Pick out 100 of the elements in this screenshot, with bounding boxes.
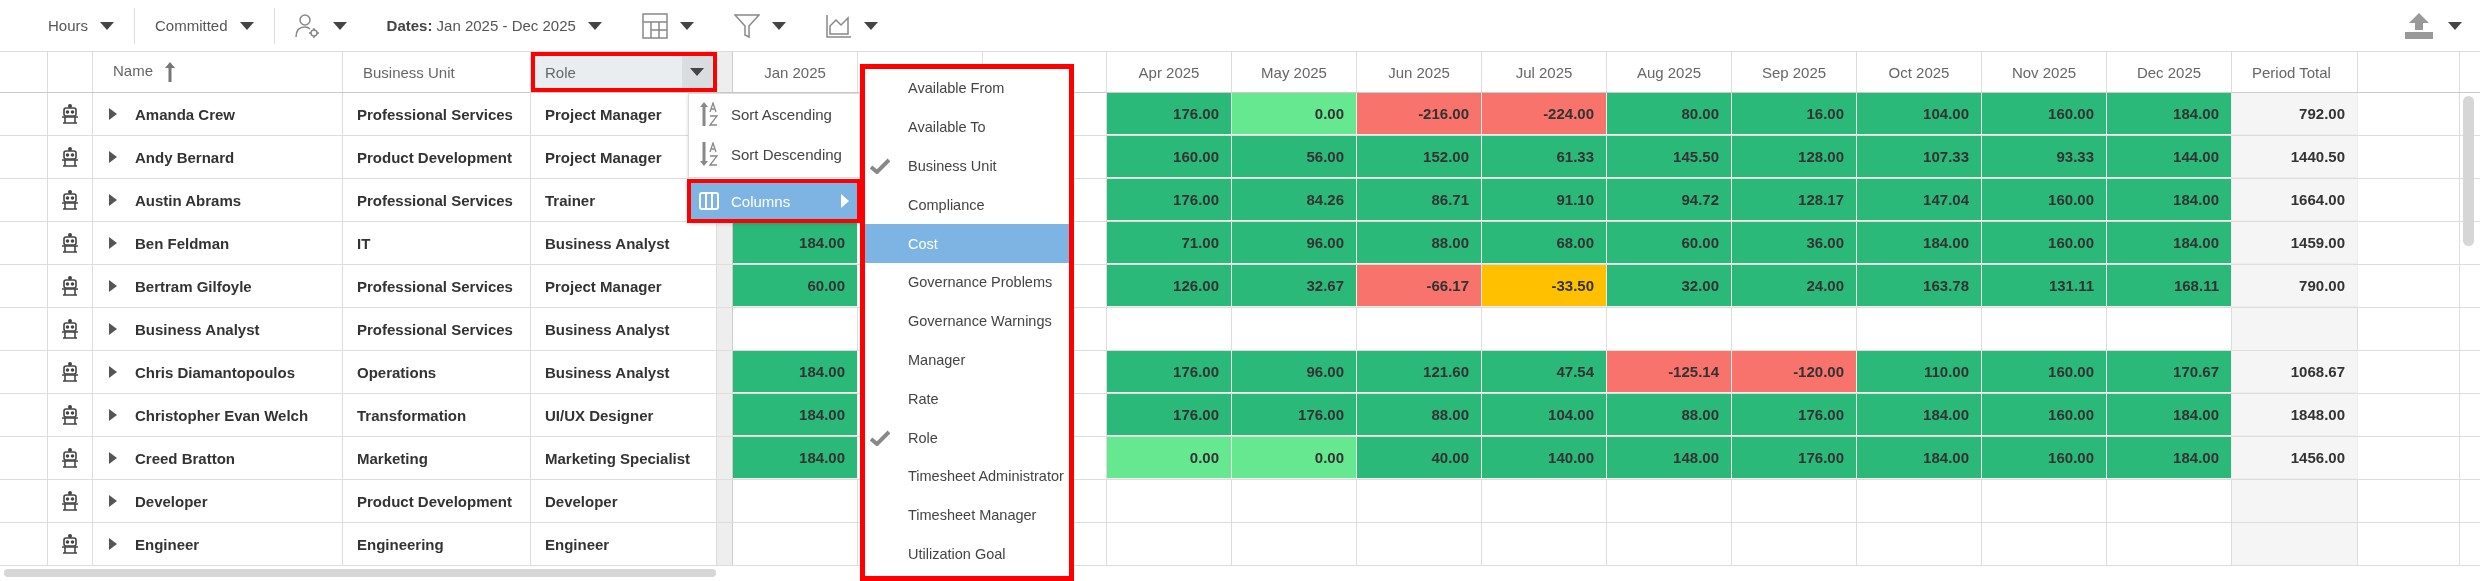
value-cell: 140.00 [1482, 437, 1607, 479]
total-cell: 1440.50 [2232, 136, 2358, 178]
expand-caret-icon[interactable] [109, 452, 117, 464]
value-cell: 184.00 [733, 222, 858, 264]
column-header: Aug 2025 [1607, 52, 1732, 92]
menu-item[interactable]: Sort Ascending [689, 94, 859, 134]
table-cell: Professional Services [343, 265, 531, 307]
robot-icon [61, 104, 79, 124]
value-cell: 160.00 [1982, 394, 2107, 436]
column-header[interactable]: Name [93, 52, 343, 92]
total-cell: 1456.00 [2232, 437, 2358, 479]
value-cell: 184.00 [2107, 437, 2232, 479]
value-cell: 61.33 [1482, 136, 1607, 178]
value-cell: 163.78 [1857, 265, 1982, 307]
value-cell: 160.00 [1107, 136, 1232, 178]
caret-icon [332, 21, 347, 30]
value-cell: 176.00 [1107, 351, 1232, 393]
robot-icon [61, 362, 79, 382]
column-header[interactable]: Role [531, 52, 717, 92]
table-cell: Professional Services [343, 93, 531, 135]
value-cell: 160.00 [1982, 179, 2107, 221]
value-cell: 110.00 [1857, 351, 1982, 393]
name-cell: Amanda Crew [135, 105, 236, 123]
total-cell: 792.00 [2232, 93, 2358, 135]
value-cell: -125.14 [1607, 351, 1732, 393]
robot-icon [61, 405, 79, 425]
expand-caret-icon[interactable] [109, 237, 117, 249]
pane-splitter[interactable] [717, 222, 733, 264]
expand-caret-icon[interactable] [109, 108, 117, 120]
robot-icon [61, 147, 79, 167]
name-cell: Engineer [135, 535, 200, 553]
expand-caret-icon[interactable] [109, 409, 117, 421]
caret-icon [587, 21, 602, 30]
caret-icon [239, 21, 254, 30]
name-cell: Bertram Gilfoyle [135, 277, 252, 295]
value-cell: 16.00 [1732, 93, 1857, 135]
expand-caret-icon[interactable] [109, 323, 117, 335]
table-cell: Product Development [343, 136, 531, 178]
value-cell: 128.00 [1732, 136, 1857, 178]
value-cell: -66.17 [1357, 265, 1482, 307]
value-cell: 36.00 [1732, 222, 1857, 264]
scrollbar[interactable] [2463, 96, 2474, 246]
table-cell: Engineering [343, 523, 531, 565]
value-cell: 160.00 [1982, 222, 2107, 264]
value-cell: 71.00 [1107, 222, 1232, 264]
value-cell: 176.00 [1732, 394, 1857, 436]
value-cell: 32.67 [1232, 265, 1357, 307]
scrollbar[interactable] [4, 569, 716, 577]
value-cell: 148.00 [1607, 437, 1732, 479]
column-header: Jan 2025 [733, 52, 858, 92]
value-cell: 126.00 [1107, 265, 1232, 307]
value-cell: 32.00 [1607, 265, 1732, 307]
total-cell: 1664.00 [2232, 179, 2358, 221]
name-cell: Business Analyst [135, 320, 260, 338]
expand-caret-icon[interactable] [109, 194, 117, 206]
value-cell: 176.00 [1732, 437, 1857, 479]
value-cell: 184.00 [2107, 93, 2232, 135]
value-cell: 144.00 [2107, 136, 2232, 178]
value-cell: 93.33 [1982, 136, 2107, 178]
dates-dropdown[interactable]: Dates: Jan 2025 - Dec 2025 [366, 7, 622, 44]
value-cell: 184.00 [2107, 179, 2232, 221]
columns-icon [699, 192, 719, 210]
robot-icon [61, 276, 79, 296]
dropdown-button[interactable]: Hours [28, 7, 134, 44]
checkmark-icon [870, 429, 890, 446]
dropdown-caret-icon [690, 68, 704, 76]
name-cell: Christopher Evan Welch [135, 406, 309, 424]
value-cell: 88.00 [1357, 222, 1482, 264]
column-header: Period Total [2232, 52, 2358, 92]
value-cell: 160.00 [1982, 93, 2107, 135]
value-cell: 96.00 [1232, 351, 1357, 393]
column-header: Apr 2025 [1107, 52, 1232, 92]
name-cell: Andy Bernard [135, 148, 235, 166]
value-cell: 107.33 [1857, 136, 1982, 178]
menu-item[interactable]: Sort Descending [689, 134, 859, 174]
robot-icon [61, 491, 79, 511]
value-cell: 86.71 [1357, 179, 1482, 221]
value-cell: -33.50 [1482, 265, 1607, 307]
value-cell: 184.00 [2107, 222, 2232, 264]
expand-caret-icon[interactable] [109, 366, 117, 378]
value-cell: 47.54 [1482, 351, 1607, 393]
expand-caret-icon[interactable] [109, 151, 117, 163]
column-menu-button[interactable] [682, 55, 712, 89]
header-label: Name [113, 62, 175, 82]
value-cell: -120.00 [1732, 351, 1857, 393]
robot-icon [61, 534, 79, 554]
column-header: Nov 2025 [1982, 52, 2107, 92]
total-cell: 790.00 [2232, 265, 2358, 307]
name-cell: Austin Abrams [135, 191, 242, 209]
dropdown-button[interactable]: Committed [135, 7, 274, 44]
value-cell: 176.00 [1107, 179, 1232, 221]
expand-caret-icon[interactable] [109, 495, 117, 507]
expand-caret-icon[interactable] [109, 538, 117, 550]
table-cell: Professional Services [343, 308, 531, 350]
value-cell: 104.00 [1482, 394, 1607, 436]
value-cell: 184.00 [733, 351, 858, 393]
robot-icon [61, 233, 79, 253]
expand-caret-icon[interactable] [109, 280, 117, 292]
grid-icon [641, 12, 668, 39]
value-cell: 96.00 [1232, 222, 1357, 264]
